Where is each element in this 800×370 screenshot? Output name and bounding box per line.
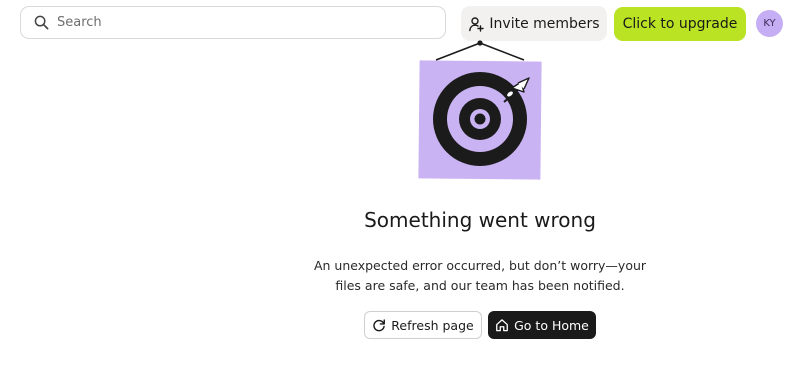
search-input[interactable]	[55, 14, 419, 31]
upgrade-label: Click to upgrade	[622, 16, 738, 32]
refresh-page-button[interactable]: Refresh page	[364, 311, 482, 339]
avatar-initials: KY	[763, 18, 776, 29]
search-box[interactable]	[20, 6, 446, 39]
add-user-icon	[468, 16, 485, 32]
go-to-home-label: Go to Home	[514, 317, 589, 333]
error-page: Invite members Click to upgrade KY	[0, 0, 800, 370]
search-icon	[34, 15, 49, 30]
error-message: An unexpected error occurred, but don’t …	[313, 258, 647, 293]
home-icon	[495, 318, 509, 332]
target-illustration	[418, 40, 542, 180]
go-to-home-button[interactable]: Go to Home	[488, 311, 596, 339]
target-icon	[433, 72, 527, 166]
upgrade-button[interactable]: Click to upgrade	[614, 7, 746, 41]
hanging-string	[435, 40, 525, 61]
avatar[interactable]: KY	[756, 10, 783, 37]
refresh-icon	[372, 318, 386, 332]
refresh-page-label: Refresh page	[391, 317, 474, 333]
invite-members-label: Invite members	[489, 15, 600, 32]
error-title: Something went wrong	[364, 208, 596, 232]
